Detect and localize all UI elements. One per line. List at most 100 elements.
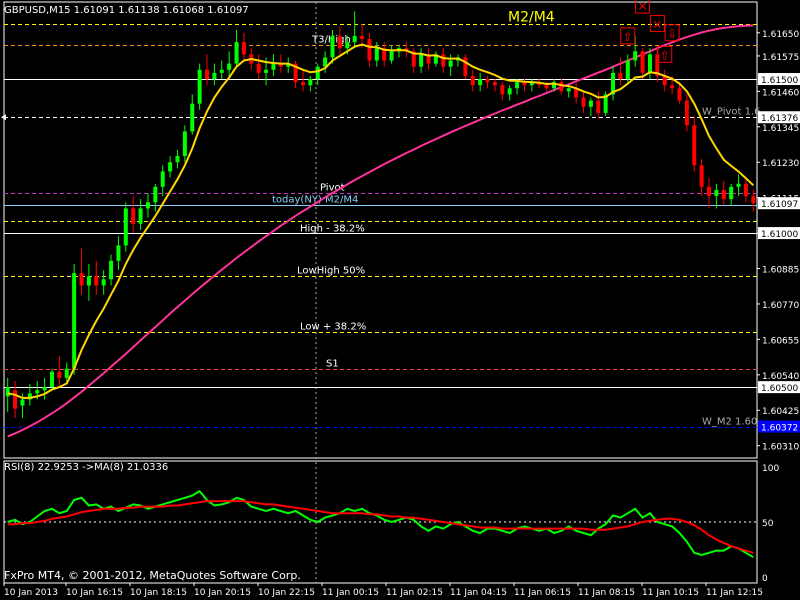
candle-body [441,54,446,67]
chart-canvas: M2/M4T3/HighW_Pivot 1.6Pivottoday(NY) M2… [0,0,800,600]
candle-body [116,245,121,261]
candle-body [485,79,490,83]
price-tick-label: 1.61650 [762,30,799,40]
level-label: W_M2 1.60 [702,417,757,428]
candle[interactable] [463,54,468,80]
candle-body [374,48,379,61]
candle-body [596,100,601,113]
signal-marker-glyph: ⇧ [623,30,633,44]
time-tick-label: 10 Jan 16:15 [66,588,123,598]
signal-marker[interactable]: ⇧ [657,45,673,63]
candle-body [300,82,305,86]
signal-marker-glyph: ⇧ [660,48,670,62]
signal-marker-glyph: × [638,0,648,13]
candle-body [640,51,645,73]
price-label-text: 1.60372 [761,424,798,434]
rsi-tick-label: 50 [762,519,774,529]
candle-body [751,196,756,204]
price-tick-label: 1.61230 [762,159,799,169]
candle-body [566,88,571,92]
candle-body [692,125,697,166]
candle-body [714,189,719,197]
candle-body [205,69,210,80]
candle-body [367,38,372,61]
signal-marker-glyph: × [652,18,662,32]
candle-body [190,103,195,132]
price-tick-label: 1.60885 [762,266,799,276]
candle-body [20,399,25,406]
price-label-text: 1.61500 [761,76,798,86]
candle[interactable] [49,368,54,391]
candle-body [86,276,91,286]
price-tick-label: 1.61345 [762,124,799,134]
time-tick-label: 11 Jan 12:15 [706,588,763,598]
candle-body [168,162,173,172]
candle-body [138,208,143,224]
candle-body [219,69,224,73]
level-label: S1 [326,359,339,370]
candle-body [699,165,704,187]
price-label-text: 1.61097 [761,200,798,210]
candle-body [352,35,357,43]
rsi-tick-label: 0 [762,574,768,584]
candle-body [729,186,734,200]
signal-marker-glyph: ⇩ [667,27,677,41]
candle-body [234,42,239,64]
candle-body [515,82,520,89]
candle-body [241,42,246,55]
candle-body [670,85,675,89]
candle-body [131,208,136,224]
candle-body [212,72,217,80]
candle-body [507,88,512,95]
candle-body [49,371,54,388]
candle-body [5,387,10,397]
candle-body [625,60,630,80]
copyright-text: FxPro MT4, © 2001-2012, MetaQuotes Softw… [4,569,301,582]
candle-body [94,276,99,286]
price-tick-label: 1.60770 [762,301,799,311]
candle-body [64,368,69,378]
candle-body [588,100,593,107]
candle-body [707,186,712,197]
candle-body [581,97,586,107]
rsi-tick-label: 100 [762,464,779,474]
signal-marker[interactable]: ⇧ [620,27,636,45]
price-label-text: 1.60500 [761,384,798,394]
candle-body [677,88,682,101]
candle-body [42,387,47,391]
candle-body [315,66,320,80]
candle-body [101,279,106,286]
time-tick-label: 10 Jan 2013 [4,588,58,598]
candle-body [743,183,748,197]
candle-body [175,156,180,163]
price-label-text: 1.61000 [761,230,798,240]
candle-body [618,72,623,80]
signal-marker[interactable]: × [635,0,651,14]
signal-marker[interactable]: ⇩ [664,24,680,42]
candle-body [633,51,638,61]
candle[interactable] [123,202,128,252]
price-tick-label: 1.61460 [762,88,799,98]
symbol-header: GBPUSD,M15 1.61091 1.61138 1.61068 1.610… [4,5,249,16]
candle-body [736,183,741,187]
time-tick-label: 11 Jan 08:15 [578,588,635,598]
candle-body [684,100,689,126]
candle-body [79,273,84,286]
indicator-header: RSI(8) 22.9253 ->MA(8) 21.0336 [4,462,168,473]
candle[interactable] [197,63,202,110]
candle-body [264,69,269,73]
time-tick-label: 11 Jan 04:15 [450,588,507,598]
candle-body [448,60,453,67]
candle-body [647,54,652,73]
candle-body [182,131,187,157]
level-label: M2/M4 [508,10,555,26]
level-label: High - 38.2% [300,224,365,235]
candle-body [197,69,202,104]
price-tick-label: 1.61575 [762,53,799,63]
candle-body [256,63,261,73]
candle-body [145,202,150,209]
signal-marker[interactable]: × [649,15,665,33]
candle-body [160,171,165,187]
candle[interactable] [72,263,77,375]
time-tick-label: 10 Jan 22:15 [258,588,315,598]
